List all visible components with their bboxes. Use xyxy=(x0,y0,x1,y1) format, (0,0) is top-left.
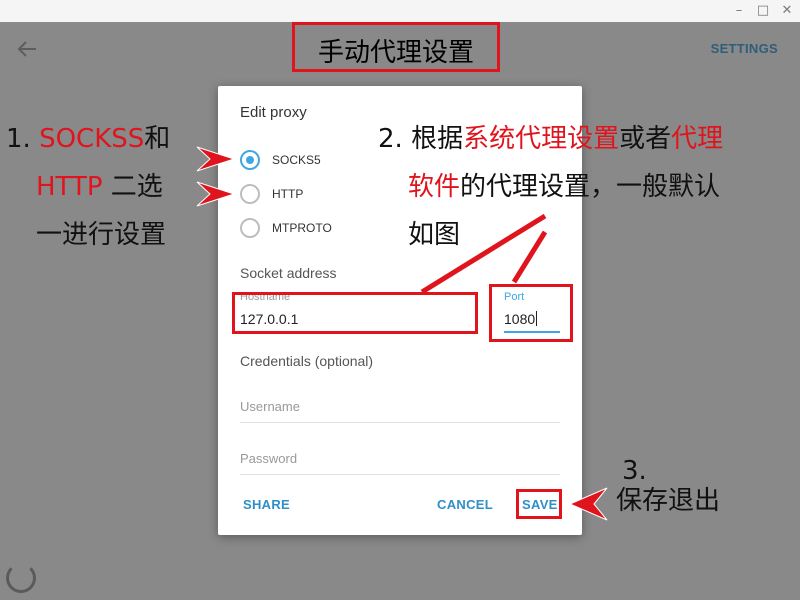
port-highlight xyxy=(489,284,573,342)
radio-label: SOCKS5 xyxy=(272,153,321,167)
annotation-1: 1. SOCKSS和 xyxy=(6,124,170,155)
annotation-1-line2: HTTP 二选 xyxy=(36,172,163,203)
share-button[interactable]: SHARE xyxy=(243,497,290,512)
loading-spinner-icon xyxy=(6,563,36,593)
credentials-label: Credentials (optional) xyxy=(240,353,374,369)
username-input[interactable]: Username xyxy=(240,399,560,423)
note2-rest: 的代理设置，一般默认 xyxy=(460,172,721,202)
save-highlight xyxy=(516,489,562,519)
radio-unchecked-icon xyxy=(240,218,260,238)
arrow-left-icon[interactable] xyxy=(16,38,38,60)
settings-button[interactable]: SETTINGS xyxy=(711,41,778,56)
maximize-icon[interactable]: □ xyxy=(754,2,772,20)
note1-rest: 二选 xyxy=(102,172,163,202)
annotation-3-number: 3. xyxy=(622,456,647,486)
window-titlebar: – □ ✕ xyxy=(0,0,800,22)
dialog-title: Edit proxy xyxy=(240,104,307,121)
note2-red2b: 软件 xyxy=(408,172,461,202)
annotation-2-line2: 软件的代理设置，一般默认 xyxy=(408,172,720,203)
socket-address-label: Socket address xyxy=(240,265,337,281)
radio-checked-icon xyxy=(240,150,260,170)
note2-red2a: 代理 xyxy=(671,124,724,154)
radio-label: HTTP xyxy=(272,187,304,201)
note2-pre: 根据 xyxy=(411,124,464,154)
note1-socks: SOCKSS xyxy=(39,124,145,154)
page-title: 手动代理设置 xyxy=(317,38,474,68)
annotation-2: 2. 根据系统代理设置或者代理 xyxy=(378,124,723,155)
username-placeholder: Username xyxy=(240,399,300,414)
note1-http: HTTP xyxy=(36,172,103,202)
annotation-3: 保存退出 xyxy=(616,486,721,516)
cancel-button[interactable]: CANCEL xyxy=(437,497,493,512)
minimize-icon[interactable]: – xyxy=(730,2,748,20)
note2-red1: 系统代理设置 xyxy=(463,124,620,154)
password-placeholder: Password xyxy=(240,451,298,466)
page-title-highlight: 手动代理设置 xyxy=(292,22,500,72)
hostname-highlight xyxy=(232,292,478,334)
close-icon[interactable]: ✕ xyxy=(778,2,796,20)
note2-number: 2. xyxy=(378,124,403,154)
note2-mid: 或者 xyxy=(619,124,672,154)
radio-unchecked-icon xyxy=(240,184,260,204)
radio-label: MTPROTO xyxy=(272,221,332,235)
password-input[interactable]: Password xyxy=(240,451,560,475)
note1-and: 和 xyxy=(144,124,171,154)
annotation-2-line3: 如图 xyxy=(408,220,461,250)
annotation-1-line3: 一进行设置 xyxy=(36,220,167,250)
note1-number: 1. xyxy=(6,124,31,154)
